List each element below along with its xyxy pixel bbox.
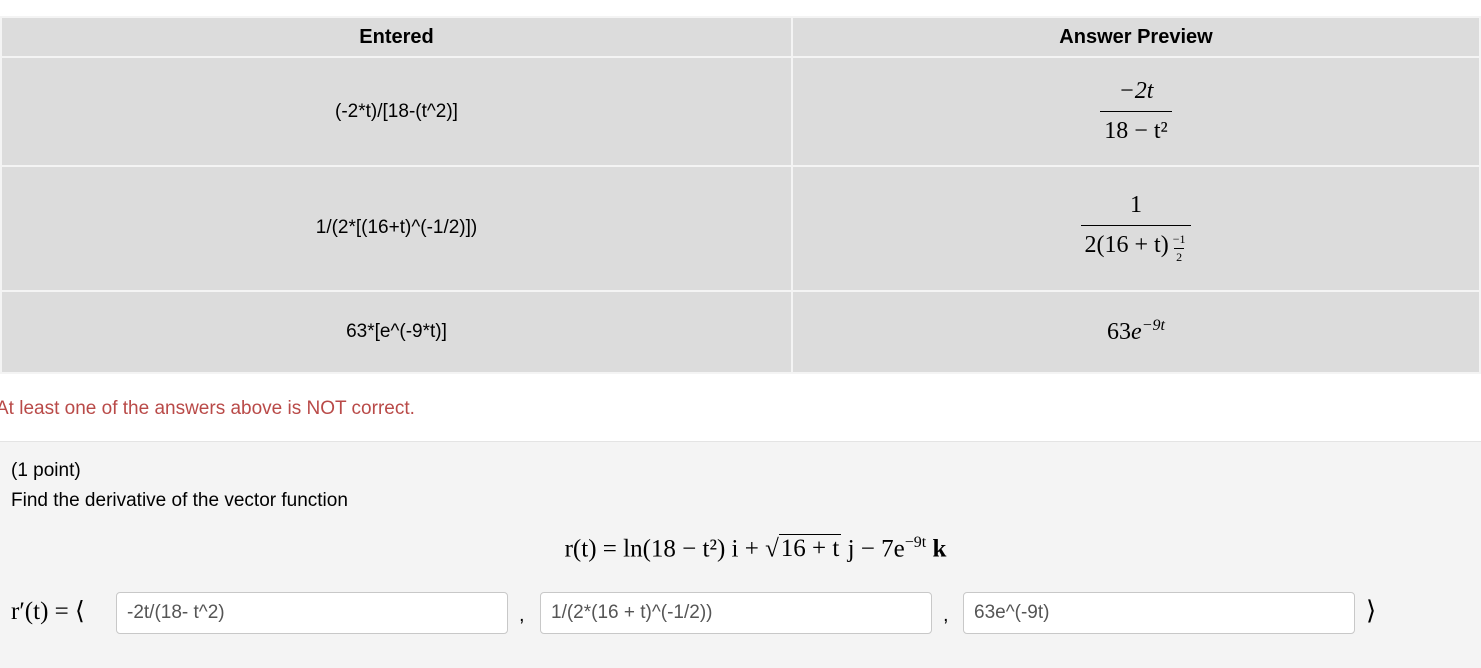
header-answer-preview: Answer Preview xyxy=(791,15,1481,59)
formula-sqrt-content: 16 + t xyxy=(778,534,842,563)
preview-cell: 1 2(16 + t) −1 2 xyxy=(791,164,1481,292)
table-row: 1/(2*[(16+t)^(-1/2)]) 1 2(16 + t) −1 2 xyxy=(0,164,1481,292)
preview-denominator-base: 2(16 + t) xyxy=(1084,231,1169,258)
preview-exponent: −1 2 xyxy=(1171,232,1188,265)
preview-fraction: −2t 18 − t² xyxy=(1100,78,1172,145)
header-entered: Entered xyxy=(0,15,793,59)
table-row: 63*[e^(-9*t)] 63e−9t xyxy=(0,289,1481,375)
answer-row: r′(t) = ⟨ , , ⟩ xyxy=(0,592,1481,636)
preview-expression: 63e−9t xyxy=(1107,317,1165,346)
point-value: (1 point) xyxy=(11,460,81,481)
preview-denominator: 18 − t² xyxy=(1100,111,1172,145)
incorrect-answer-warning: At least one of the answers above is NOT… xyxy=(0,398,415,419)
preview-base: e xyxy=(1131,319,1142,346)
table-row: (-2*t)/[18-(t^2)] −2t 18 − t² xyxy=(0,56,1481,167)
preview-numerator: −2t xyxy=(1118,78,1154,105)
separator-comma: , xyxy=(943,604,949,626)
formula-exponent: −9t xyxy=(904,534,927,551)
answer-input-i[interactable] xyxy=(116,592,508,634)
answer-input-k[interactable] xyxy=(963,592,1355,634)
problem-panel: (1 point) Find the derivative of the vec… xyxy=(0,441,1481,668)
formula-lhs: r(t) = ln(18 − t²) i + xyxy=(564,535,766,563)
preview-cell: −2t 18 − t² xyxy=(791,56,1481,167)
vector-function-formula: r(t) = ln(18 − t²) i + √16 + t j − 7e−9t… xyxy=(0,534,1481,563)
preview-cell: 63e−9t xyxy=(791,289,1481,375)
entered-cell: 63*[e^(-9*t)] xyxy=(0,289,793,375)
entered-cell: 1/(2*[(16+t)^(-1/2)]) xyxy=(0,164,793,292)
preview-exponent-numerator: −1 xyxy=(1172,231,1186,246)
problem-prompt: Find the derivative of the vector functi… xyxy=(11,490,348,511)
preview-exponent-denominator: 2 xyxy=(1174,247,1185,264)
entered-cell: (-2*t)/[18-(t^2)] xyxy=(0,56,793,167)
preview-fraction: 1 2(16 + t) −1 2 xyxy=(1080,191,1192,265)
results-table: Entered Answer Preview (-2*t)/[18-(t^2)]… xyxy=(0,15,1481,375)
separator-comma: , xyxy=(519,604,525,626)
preview-numerator: 1 xyxy=(1130,191,1142,218)
formula-k: k xyxy=(926,535,947,563)
answer-input-j[interactable] xyxy=(540,592,932,634)
header-row: Entered Answer Preview xyxy=(0,15,1481,59)
preview-denominator: 2(16 + t) −1 2 xyxy=(1080,224,1192,265)
closing-bracket: ⟩ xyxy=(1366,596,1377,625)
preview-exponent: −9t xyxy=(1141,317,1165,335)
sqrt-symbol: √ xyxy=(765,535,779,563)
formula-after-sqrt: j − 7e xyxy=(841,535,905,563)
preview-coefficient: 63 xyxy=(1107,319,1132,346)
answer-label: r′(t) = ⟨ xyxy=(11,598,85,625)
